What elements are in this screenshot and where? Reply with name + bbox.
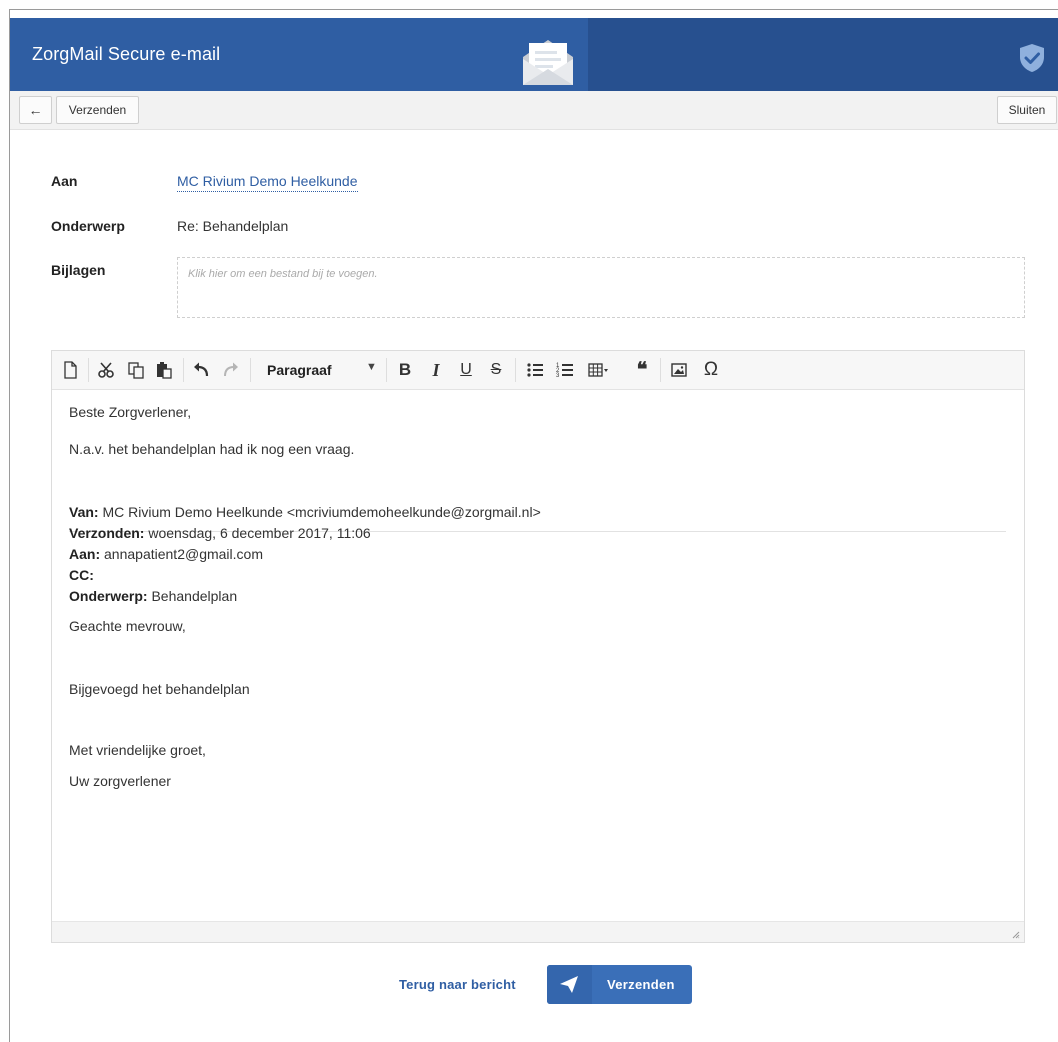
greeting-text: Beste Zorgverlener,	[69, 404, 192, 420]
quoted-to-value: annapatient2@gmail.com	[104, 546, 263, 562]
special-character-icon[interactable]: Ω	[701, 360, 721, 380]
toolbar-separator	[250, 358, 251, 382]
envelope-open-icon	[523, 40, 573, 85]
send-message-button[interactable]: Verzenden	[547, 965, 692, 1004]
toolbar-separator	[515, 358, 516, 382]
to-label: Aan	[51, 173, 78, 189]
cc-label: CC:	[69, 567, 94, 583]
editor-toolbar: Paragraaf ▼ B I U S 123 ❝ Ω	[52, 351, 1024, 390]
close-button[interactable]: Sluiten	[997, 96, 1057, 124]
paper-plane-icon	[560, 976, 578, 993]
question-text: N.a.v. het behandelplan had ik nog een v…	[69, 441, 355, 457]
copy-icon[interactable]	[127, 360, 145, 380]
subject-field[interactable]: Re: Behandelplan	[177, 218, 288, 234]
strikethrough-icon[interactable]: S	[487, 360, 505, 380]
quoted-to-label: Aan:	[69, 546, 101, 562]
recipient-link[interactable]: MC Rivium Demo Heelkunde	[177, 173, 358, 192]
cut-icon[interactable]	[97, 360, 115, 380]
header-dark-panel	[588, 18, 1058, 91]
table-icon[interactable]	[588, 360, 608, 380]
message-editor: Paragraaf ▼ B I U S 123 ❝ Ω Beste Zorgve…	[51, 350, 1025, 943]
send-button[interactable]: Verzenden	[56, 96, 139, 124]
resize-handle-icon[interactable]	[1012, 931, 1020, 939]
undo-icon[interactable]	[192, 360, 210, 380]
from-label: Van:	[69, 504, 99, 520]
chevron-down-icon[interactable]: ▼	[366, 361, 377, 373]
svg-text:3: 3	[556, 373, 560, 379]
quoted-to: Aan: annapatient2@gmail.com	[69, 546, 263, 562]
quoted-subject-value: Behandelplan	[151, 588, 238, 604]
paste-icon[interactable]	[155, 360, 173, 380]
app-header: ZorgMail Secure e-mail	[10, 18, 1058, 91]
quoted-subject: Onderwerp: Behandelplan	[69, 588, 237, 604]
arrow-left-icon: ←	[28, 102, 43, 118]
attachments-label: Bijlagen	[51, 262, 106, 278]
sent-label: Verzonden:	[69, 525, 145, 541]
body-text: Bijgevoegd het behandelplan	[69, 681, 250, 697]
app-title: ZorgMail Secure e-mail	[32, 44, 221, 64]
closing-text: Met vriendelijke groet,	[69, 742, 206, 758]
underline-icon[interactable]: U	[457, 360, 475, 380]
quoted-subject-label: Onderwerp:	[69, 588, 148, 604]
back-to-message-link[interactable]: Terug naar bericht	[399, 977, 516, 992]
quoted-from: Van: MC Rivium Demo Heelkunde <mcriviumd…	[69, 504, 541, 520]
attachment-dropzone[interactable]: Klik hier om een bestand bij te voegen.	[177, 257, 1025, 318]
redo-icon[interactable]	[222, 360, 240, 380]
shield-check-icon	[1020, 44, 1044, 72]
back-button[interactable]: ←	[19, 96, 52, 124]
action-toolbar: ← Verzenden Sluiten	[10, 91, 1058, 130]
sent-value: woensdag, 6 december 2017, 11:06	[148, 525, 371, 541]
toolbar-separator	[660, 358, 661, 382]
numbered-list-icon[interactable]: 123	[556, 360, 574, 380]
italic-icon[interactable]: I	[427, 360, 445, 380]
send-button-label: Verzenden	[607, 977, 675, 992]
image-icon[interactable]	[670, 360, 688, 380]
blockquote-icon[interactable]: ❝	[632, 360, 652, 380]
editor-statusbar	[52, 921, 1024, 942]
toolbar-separator	[88, 358, 89, 382]
toolbar-separator	[183, 358, 184, 382]
toolbar-separator	[386, 358, 387, 382]
signature-text: Uw zorgverlener	[69, 773, 171, 789]
send-icon-area	[547, 965, 592, 1004]
new-document-icon[interactable]	[62, 360, 78, 380]
quoted-cc: CC:	[69, 567, 94, 583]
salutation-text: Geachte mevrouw,	[69, 618, 186, 634]
to-field[interactable]: MC Rivium Demo Heelkunde	[177, 173, 358, 192]
bullet-list-icon[interactable]	[526, 360, 544, 380]
quoted-sent: Verzonden: woensdag, 6 december 2017, 11…	[69, 525, 371, 541]
from-value: MC Rivium Demo Heelkunde <mcriviumdemohe…	[102, 504, 541, 520]
subject-label: Onderwerp	[51, 218, 125, 234]
bold-icon[interactable]: B	[396, 360, 414, 380]
format-select[interactable]: Paragraaf	[267, 362, 332, 378]
attachment-placeholder: Klik hier om een bestand bij te voegen.	[188, 268, 378, 280]
